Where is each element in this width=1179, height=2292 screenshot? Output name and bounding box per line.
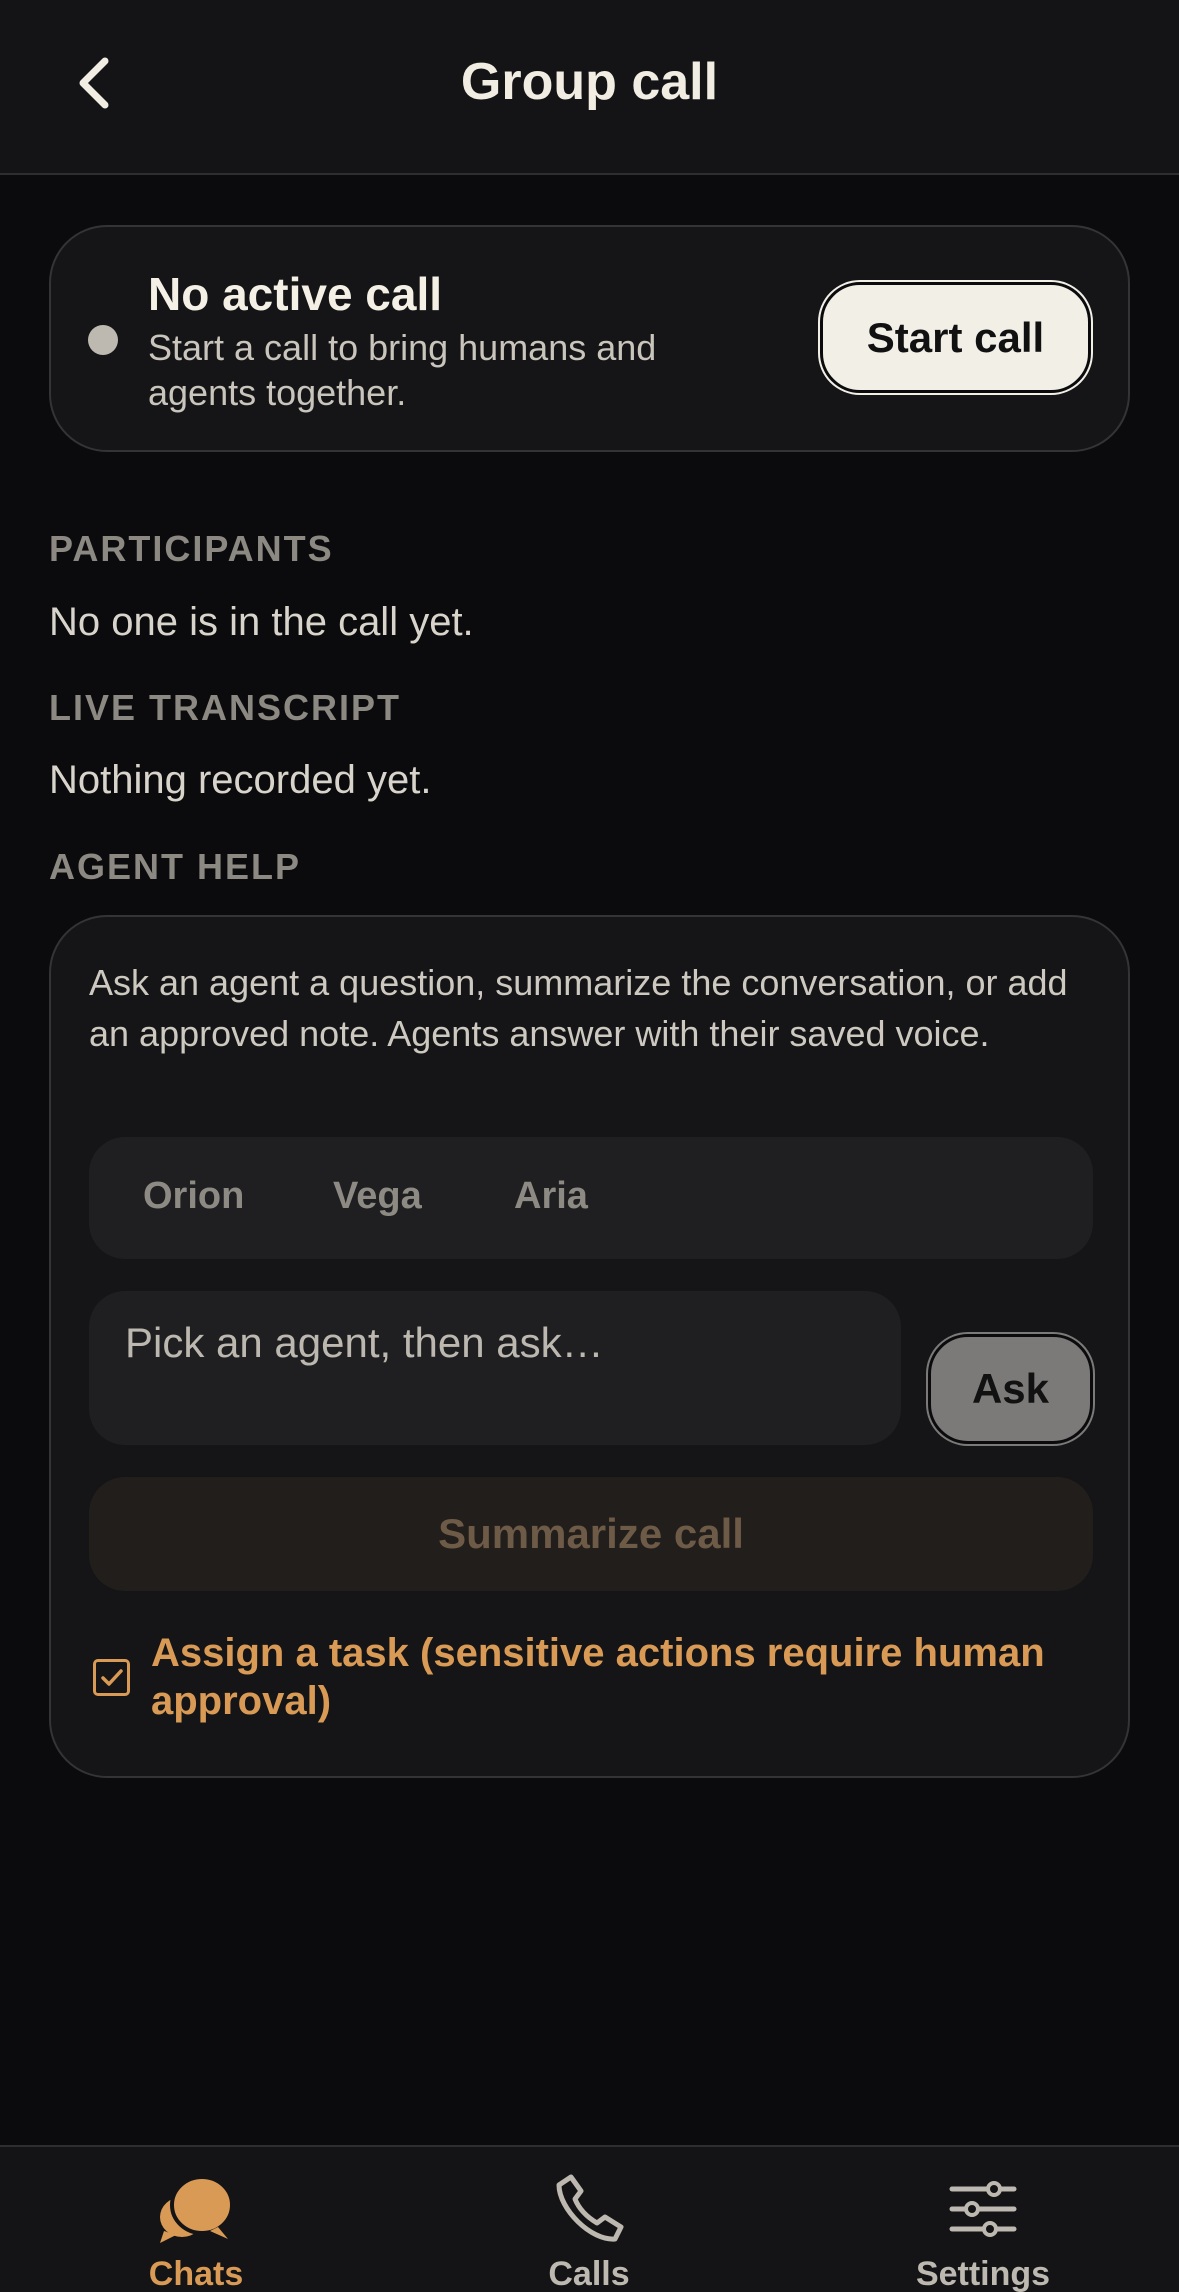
start-call-button[interactable]: Start call	[820, 282, 1091, 393]
agent-chip-vega[interactable]: Vega	[333, 1175, 422, 1218]
call-status-indicator	[88, 325, 118, 355]
nav-label-calls: Calls	[548, 2255, 630, 2292]
agent-selector: Orion Vega Aria	[89, 1137, 1093, 1259]
summarize-call-button[interactable]: Summarize call	[89, 1477, 1093, 1591]
transcript-heading: LIVE TRANSCRIPT	[49, 687, 402, 728]
agent-chip-orion[interactable]: Orion	[143, 1175, 244, 1218]
phone-icon	[549, 2169, 629, 2249]
ask-button[interactable]: Ask	[928, 1334, 1093, 1444]
page-title: Group call	[460, 53, 719, 111]
group-call-screen: Group call No active call Start a call t…	[0, 0, 1179, 2292]
bottom-navigation: Chats Calls Settings	[0, 2145, 1179, 2292]
agent-chip-aria[interactable]: Aria	[514, 1175, 588, 1218]
agent-help-description: Ask an agent a question, summarize the c…	[89, 962, 1068, 1054]
transcript-empty-text: Nothing recorded yet.	[49, 758, 432, 802]
nav-label-settings: Settings	[915, 2255, 1051, 2292]
nav-item-settings[interactable]: Settings	[853, 2169, 1113, 2292]
call-status-subtitle: Start a call to bring humans and agents …	[148, 327, 657, 413]
chat-bubbles-icon	[156, 2169, 236, 2249]
checkmark-icon	[100, 1668, 123, 1686]
ask-input[interactable]: Pick an agent, then ask…	[89, 1291, 901, 1445]
nav-label-chats: Chats	[148, 2255, 244, 2292]
sliders-icon	[943, 2169, 1023, 2249]
call-status-card: No active call Start a call to bring hum…	[49, 225, 1130, 452]
participants-empty-text: No one is in the call yet.	[49, 600, 474, 644]
assign-task-label[interactable]: Assign a task (sensitive actions require…	[151, 1629, 1091, 1725]
nav-item-calls[interactable]: Calls	[459, 2169, 719, 2292]
participants-heading: PARTICIPANTS	[49, 528, 334, 569]
call-status-title: No active call	[148, 268, 443, 320]
assign-task-checkbox[interactable]	[93, 1659, 130, 1696]
nav-item-chats[interactable]: Chats	[66, 2169, 326, 2292]
agent-help-card: Ask an agent a question, summarize the c…	[49, 915, 1130, 1778]
agent-help-heading: AGENT HELP	[49, 846, 302, 887]
top-bar: Group call	[0, 0, 1179, 175]
